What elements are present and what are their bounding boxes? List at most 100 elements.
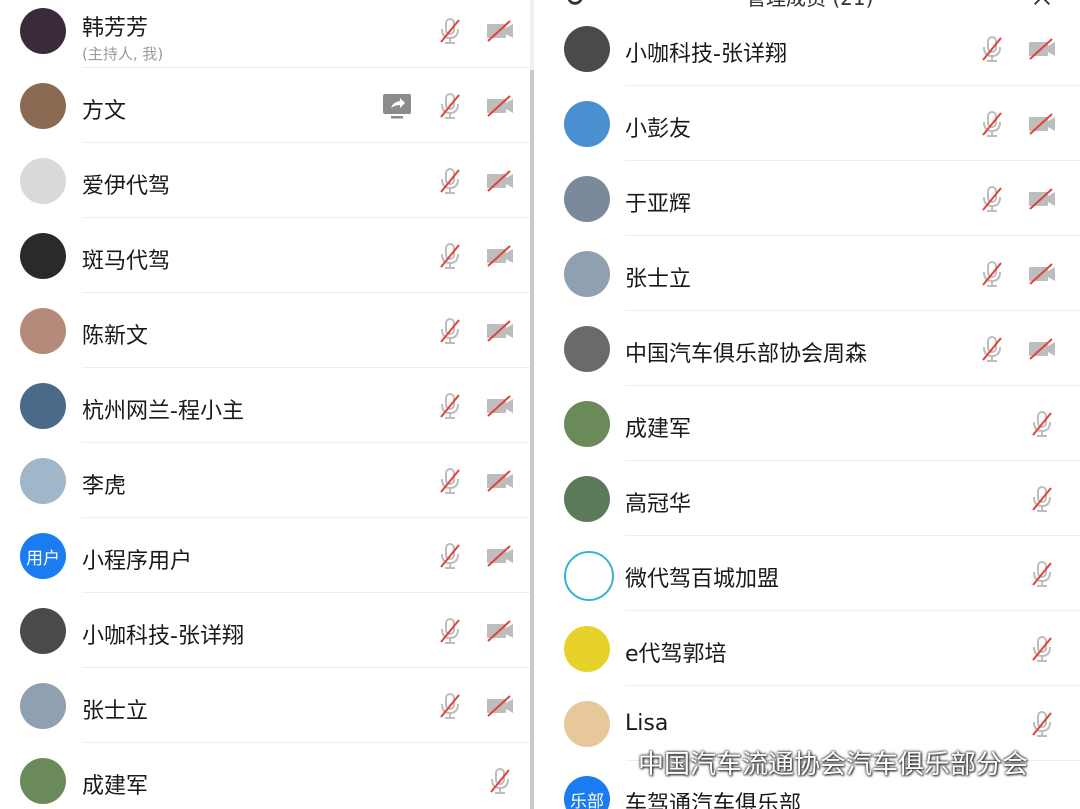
watermark-text: 中国汽车流通协会汽车俱乐部分会 <box>638 749 1029 780</box>
participant-row[interactable]: 陈新文 <box>0 293 530 368</box>
avatar <box>564 326 610 372</box>
participant-name: 韩芳芳 <box>82 16 149 41</box>
camera-off-icon[interactable] <box>1027 184 1057 214</box>
participant-row[interactable]: 斑马代驾 <box>0 218 530 293</box>
avatar <box>564 176 610 222</box>
participant-row[interactable]: 高冠华 <box>536 461 1080 536</box>
camera-off-icon[interactable] <box>1027 334 1057 364</box>
mic-muted-icon[interactable] <box>485 766 515 796</box>
participant-row[interactable]: 小彭友 <box>536 86 1080 161</box>
camera-off-icon[interactable] <box>485 16 515 46</box>
participant-row[interactable]: 李虎 <box>0 443 530 518</box>
camera-off-icon[interactable] <box>485 316 515 346</box>
participant-row[interactable]: 张士立 <box>536 236 1080 311</box>
screen-share-icon[interactable] <box>382 91 412 121</box>
mic-muted-icon[interactable] <box>1027 559 1057 589</box>
mic-muted-icon[interactable] <box>435 166 465 196</box>
participant-name: 张士立 <box>625 267 692 292</box>
mic-muted-icon[interactable] <box>1027 484 1057 514</box>
avatar <box>564 26 610 72</box>
participant-row[interactable]: 张士立 <box>0 668 530 743</box>
participant-row[interactable]: e代驾郭培 <box>536 611 1080 686</box>
mic-muted-icon[interactable] <box>977 109 1007 139</box>
participant-name: 爱伊代驾 <box>82 174 171 199</box>
camera-off-icon[interactable] <box>485 91 515 121</box>
mic-muted-icon[interactable] <box>435 91 465 121</box>
close-icon[interactable] <box>1031 0 1053 8</box>
gear-icon[interactable] <box>564 0 586 8</box>
participant-name: 小程序用户 <box>82 549 193 574</box>
camera-off-icon[interactable] <box>485 241 515 271</box>
avatar <box>20 758 66 804</box>
participant-name: e代驾郭培 <box>625 642 727 667</box>
avatar <box>20 608 66 654</box>
mic-muted-icon[interactable] <box>435 616 465 646</box>
avatar <box>564 551 614 601</box>
mic-muted-icon[interactable] <box>435 241 465 271</box>
camera-off-icon[interactable] <box>1027 109 1057 139</box>
mic-muted-icon[interactable] <box>977 184 1007 214</box>
participant-name: 小咖科技-张详翔 <box>625 42 787 67</box>
camera-off-icon[interactable] <box>485 391 515 421</box>
avatar <box>564 401 610 447</box>
participant-row[interactable]: 小咖科技-张详翔 <box>0 593 530 668</box>
mic-muted-icon[interactable] <box>435 691 465 721</box>
avatar: 用户 <box>20 533 66 579</box>
participant-name: 成建军 <box>82 774 149 799</box>
participants-panel-left: 韩芳芳 (主持人, 我) 方文爱伊代驾斑马代驾陈新文杭州网兰-程小主 李虎用户 小程序用… <box>0 0 530 809</box>
participant-name: 小彭友 <box>625 117 692 142</box>
avatar <box>564 626 610 672</box>
participant-name: 小咖科技-张详翔 <box>82 624 244 649</box>
mic-muted-icon[interactable] <box>1027 709 1057 739</box>
avatar <box>20 458 66 504</box>
panel-scrollbar[interactable] <box>530 70 534 809</box>
avatar <box>20 233 66 279</box>
mic-muted-icon[interactable] <box>1027 409 1057 439</box>
participant-name: 李虎 <box>82 474 127 499</box>
camera-off-icon[interactable] <box>485 691 515 721</box>
participant-row[interactable]: 爱伊代驾 <box>0 143 530 218</box>
participant-row[interactable]: 于亚辉 <box>536 161 1080 236</box>
participant-name: 中国汽车俱乐部协会周森 <box>625 342 868 367</box>
participant-row[interactable]: 韩芳芳 (主持人, 我) <box>0 0 530 68</box>
camera-off-icon[interactable] <box>485 166 515 196</box>
mic-muted-icon[interactable] <box>435 466 465 496</box>
mic-muted-icon[interactable] <box>977 259 1007 289</box>
avatar <box>20 683 66 729</box>
participant-name: 车驾通汽车俱乐部 <box>625 792 802 809</box>
avatar <box>564 701 610 747</box>
participant-row[interactable]: 微代驾百城加盟 <box>536 536 1080 611</box>
camera-off-icon[interactable] <box>1027 34 1057 64</box>
participant-row[interactable]: 成建军 <box>536 386 1080 461</box>
avatar <box>20 83 66 129</box>
mic-muted-icon[interactable] <box>977 334 1007 364</box>
participant-name: 高冠华 <box>625 492 692 517</box>
mic-muted-icon[interactable] <box>1027 634 1057 664</box>
participant-row[interactable]: 中国汽车俱乐部协会周森 <box>536 311 1080 386</box>
panel-divider-top <box>530 0 534 70</box>
avatar <box>564 476 610 522</box>
avatar <box>564 101 610 147</box>
camera-off-icon[interactable] <box>485 466 515 496</box>
participant-name: 斑马代驾 <box>82 249 171 274</box>
participant-row[interactable]: 方文 <box>0 68 530 143</box>
camera-off-icon[interactable] <box>1027 259 1057 289</box>
mic-muted-icon[interactable] <box>435 391 465 421</box>
participant-row[interactable]: 小咖科技-张详翔 <box>536 11 1080 86</box>
participant-name: 张士立 <box>82 699 149 724</box>
camera-off-icon[interactable] <box>485 616 515 646</box>
participant-row[interactable]: 用户 小程序用户 <box>0 518 530 593</box>
participant-row[interactable]: 杭州网兰-程小主 <box>0 368 530 443</box>
camera-off-icon[interactable] <box>485 541 515 571</box>
participant-row[interactable]: 成建军 <box>0 743 530 809</box>
mic-muted-icon[interactable] <box>435 541 465 571</box>
participant-role: (主持人, 我) <box>82 45 164 63</box>
avatar <box>20 308 66 354</box>
mic-muted-icon[interactable] <box>977 34 1007 64</box>
avatar <box>20 158 66 204</box>
wechat-icon <box>590 747 630 777</box>
participant-name: 杭州网兰-程小主 <box>82 399 244 424</box>
mic-muted-icon[interactable] <box>435 16 465 46</box>
avatar <box>20 383 66 429</box>
mic-muted-icon[interactable] <box>435 316 465 346</box>
